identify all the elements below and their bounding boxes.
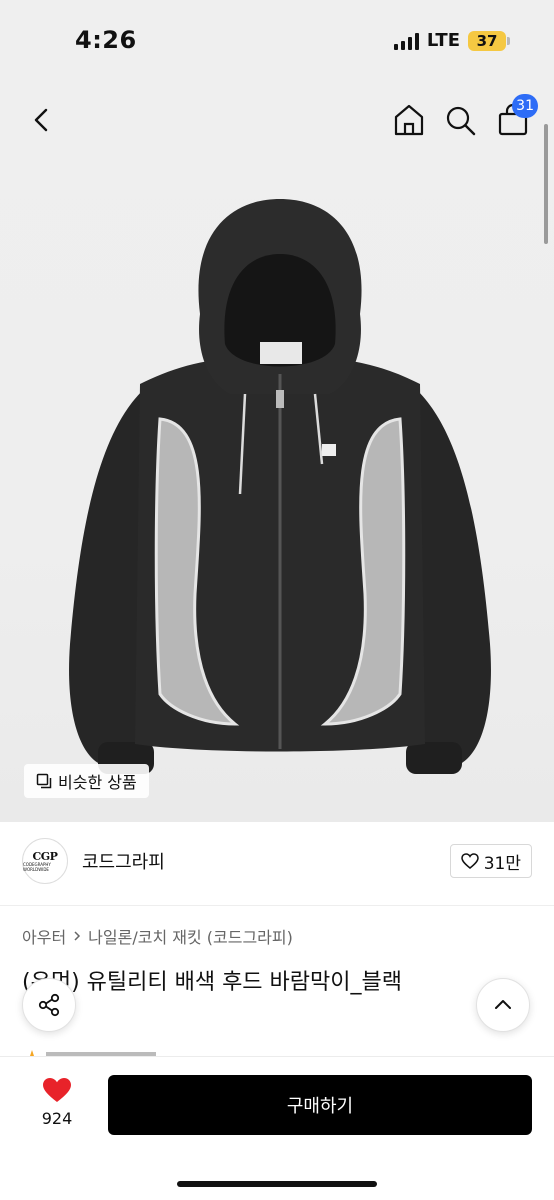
breadcrumb-item[interactable]: 아우터 — [22, 924, 66, 948]
similar-products-button[interactable]: 비슷한 상품 — [24, 764, 149, 798]
brand-logo-text: CGP — [32, 849, 58, 863]
chevron-up-icon — [495, 1000, 511, 1009]
home-button[interactable] — [390, 100, 428, 140]
brand-logo-subtext: CODEGRAPHY WORLDWIDE — [23, 861, 51, 872]
status-time: 4:26 — [75, 26, 137, 54]
battery-icon: 37 — [468, 30, 510, 51]
status-bar: 4:26 LTE 37 — [0, 0, 554, 84]
chevron-right-icon — [74, 931, 81, 941]
share-button[interactable] — [22, 978, 76, 1032]
scrollbar[interactable] — [544, 124, 548, 244]
wish-button[interactable]: 924 — [30, 1077, 84, 1128]
brand-name[interactable]: 코드그라피 — [82, 848, 165, 874]
heart-outline-icon — [460, 853, 479, 869]
brand-like-button[interactable]: 31만 — [449, 844, 532, 878]
home-indicator — [177, 1181, 377, 1187]
top-nav-actions: 31 — [390, 94, 538, 140]
brand-logo[interactable]: CGP CODEGRAPHY WORLDWIDE — [22, 838, 68, 884]
signal-icon — [393, 32, 419, 50]
brand-like-count: 31만 — [483, 853, 521, 874]
status-indicators: LTE 37 — [393, 30, 510, 51]
search-icon — [446, 106, 476, 136]
jacket-product-image — [69, 199, 491, 774]
brand-row[interactable]: CGP CODEGRAPHY WORLDWIDE 코드그라피 31만 — [0, 822, 554, 906]
cart-button[interactable]: 31 — [494, 94, 538, 140]
chevron-left-icon — [34, 108, 48, 132]
bottom-action-bar: 924 구매하기 — [0, 1056, 554, 1200]
breadcrumb: 아우터 나일론/코치 재킷 (코드그라피) — [22, 924, 293, 948]
heart-filled-icon — [43, 1078, 71, 1102]
similar-products-label: 비슷한 상품 — [58, 773, 137, 792]
battery-level: 37 — [468, 30, 506, 51]
breadcrumb-item[interactable]: 나일론/코치 재킷 (코드그라피) — [88, 924, 293, 948]
home-icon — [394, 104, 424, 136]
copy-icon — [36, 773, 52, 789]
search-button[interactable] — [442, 100, 480, 140]
back-button[interactable] — [22, 100, 62, 140]
product-title: (우먼) 유틸리티 배색 후드 바람막이_블랙 — [22, 970, 402, 995]
cart-count-badge: 31 — [512, 94, 538, 118]
product-image-area[interactable]: 31 비슷한 상품 — [0, 84, 554, 822]
wish-count: 924 — [41, 1109, 73, 1128]
scroll-top-button[interactable] — [476, 978, 530, 1032]
buy-button[interactable]: 구매하기 — [108, 1075, 532, 1135]
share-icon — [38, 993, 60, 1017]
network-type: LTE — [426, 30, 460, 51]
